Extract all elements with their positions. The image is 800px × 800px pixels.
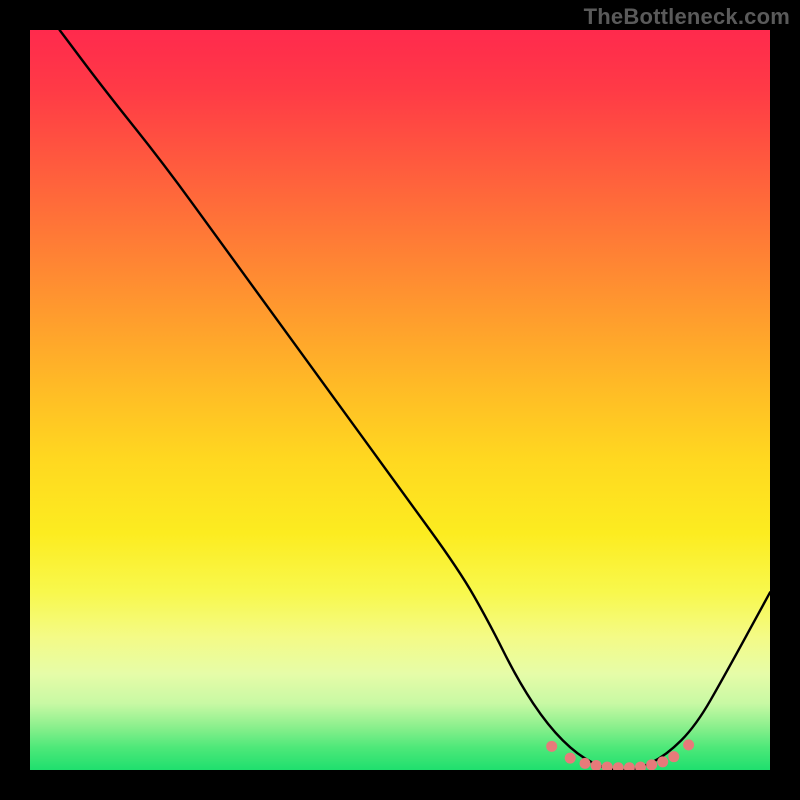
marker-dot [646, 759, 657, 770]
watermark-text: TheBottleneck.com [584, 4, 790, 30]
marker-dot [580, 758, 591, 769]
marker-dot [565, 753, 576, 764]
bottleneck-curve [60, 30, 770, 770]
marker-dot [602, 762, 613, 770]
plot-area [30, 30, 770, 770]
marker-dots [546, 739, 694, 770]
marker-dot [683, 739, 694, 750]
marker-dot [613, 762, 624, 770]
curve-layer [30, 30, 770, 770]
marker-dot [635, 762, 646, 770]
marker-dot [657, 756, 668, 767]
marker-dot [546, 741, 557, 752]
marker-dot [668, 751, 679, 762]
chart-container: TheBottleneck.com [0, 0, 800, 800]
marker-dot [624, 762, 635, 770]
